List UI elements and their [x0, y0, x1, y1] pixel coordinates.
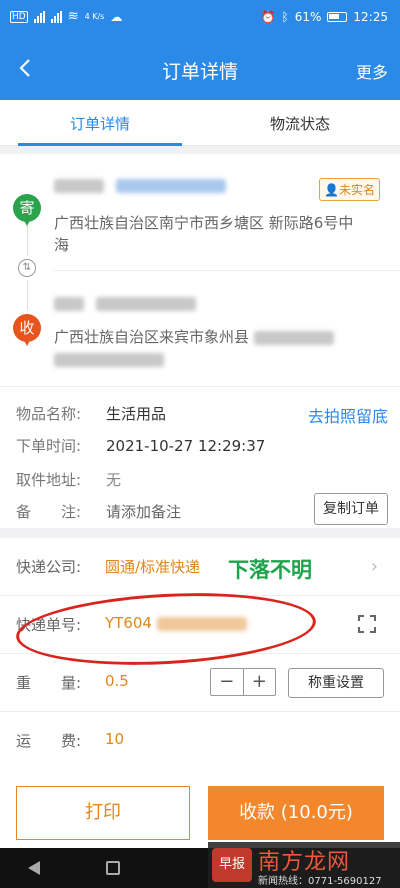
status-bar: HD ≋ 4 K/s ☁ ⏰ ᛒ 61% 12:25 — [0, 0, 400, 38]
item-name-row: 物品名称: 生活用品 — [16, 405, 167, 423]
system-recents-icon[interactable] — [106, 861, 120, 875]
battery-icon — [327, 12, 348, 22]
status-right: ⏰ ᛒ 61% 12:25 — [261, 10, 388, 24]
tab-logistics-status[interactable]: 物流状态 — [200, 113, 400, 134]
sender-name-redacted — [54, 179, 104, 193]
network-speed: 4 K/s — [84, 12, 105, 21]
receiver-address-redacted — [253, 330, 334, 345]
photo-record-link[interactable]: 去拍照留底 — [308, 403, 388, 427]
weight-row: 重 量: 0.5 − + 称重设置 — [0, 654, 400, 712]
sender-name-phone — [54, 178, 227, 194]
order-info-card: 物品名称: 生活用品 去拍照留底 下单时间: 2021-10-27 12:29:37… — [0, 386, 400, 528]
tab-bar: 订单详情 物流状态 — [0, 100, 400, 146]
receiver-address: 广西壮族自治区来宾市象州县 — [54, 326, 354, 370]
plus-button[interactable]: + — [244, 669, 276, 695]
cloud-icon: ☁ — [110, 9, 123, 24]
hd-badge: HD — [10, 10, 28, 23]
connector-line — [27, 280, 28, 310]
sender-badge: 寄 — [13, 194, 41, 228]
receiver-address-redacted — [54, 352, 164, 367]
note-row[interactable]: 备 注: 请添加备注 — [16, 501, 181, 522]
wifi-icon: ≋ — [67, 9, 79, 24]
page-title: 订单详情 — [161, 61, 238, 83]
clock: 12:25 — [353, 10, 388, 24]
receiver-name-redacted — [54, 297, 84, 311]
bluetooth-icon: ᛒ — [281, 10, 289, 24]
connector-line — [27, 226, 28, 256]
more-button[interactable]: 更多 — [356, 59, 388, 83]
annotation-missing: 下落不明 — [228, 558, 312, 582]
receiver-phone-redacted — [96, 297, 197, 311]
nav-bar: 订单详情 更多 — [0, 38, 400, 100]
pickup-address-row: 取件地址: 无 — [16, 471, 122, 489]
divider — [54, 270, 400, 271]
alarm-icon: ⏰ — [260, 10, 276, 24]
watermark-hotline: 新闻热线：0771-5690127 — [258, 876, 382, 887]
collect-payment-button[interactable]: 收款 (10.0元) — [208, 786, 384, 840]
chevron-right-icon: › — [370, 556, 378, 577]
watermark: 早报 南方龙网 新闻热线：0771-5690127 — [208, 842, 400, 888]
sender-address: 广西壮族自治区南宁市西乡塘区 新际路6号中海 — [54, 214, 354, 254]
order-time-row: 下单时间: 2021-10-27 12:29:37 — [16, 437, 266, 455]
print-button[interactable]: 打印 — [16, 786, 190, 840]
receiver-name-phone — [54, 296, 197, 312]
courier-company-row[interactable]: 快递公司: 圆通/标准快递 下落不明 › — [0, 538, 400, 596]
battery-percent: 61% — [294, 10, 322, 24]
weighing-settings-button[interactable]: 称重设置 — [288, 668, 384, 698]
sender-phone-redacted — [116, 179, 227, 193]
signal-icon — [50, 10, 62, 23]
receiver-badge: 收 — [13, 314, 41, 348]
copy-order-button[interactable]: 复制订单 — [314, 493, 388, 525]
scan-icon[interactable] — [358, 615, 376, 633]
unnamed-tag[interactable]: 👤未实名 — [319, 178, 380, 201]
minus-button[interactable]: − — [211, 669, 244, 695]
signal-indicators: HD ≋ 4 K/s ☁ — [10, 9, 122, 24]
bottom-action-bar: 打印 收款 (10.0元) — [0, 778, 400, 848]
address-card: 寄 👤未实名 广西壮族自治区南宁市西乡塘区 新际路6号中海 ⇅ 收 广西壮族自治… — [0, 154, 400, 386]
shipping-fee-row: 运 费: 10 — [16, 730, 125, 750]
tab-indicator — [18, 143, 182, 146]
watermark-logo: 早报 — [212, 848, 252, 882]
tab-order-details[interactable]: 订单详情 — [0, 113, 200, 134]
system-back-icon[interactable] — [28, 861, 40, 875]
signal-icon — [33, 10, 45, 23]
swap-icon[interactable]: ⇅ — [18, 259, 36, 277]
weight-stepper[interactable]: − + — [210, 668, 276, 696]
person-icon: 👤 — [324, 183, 339, 197]
